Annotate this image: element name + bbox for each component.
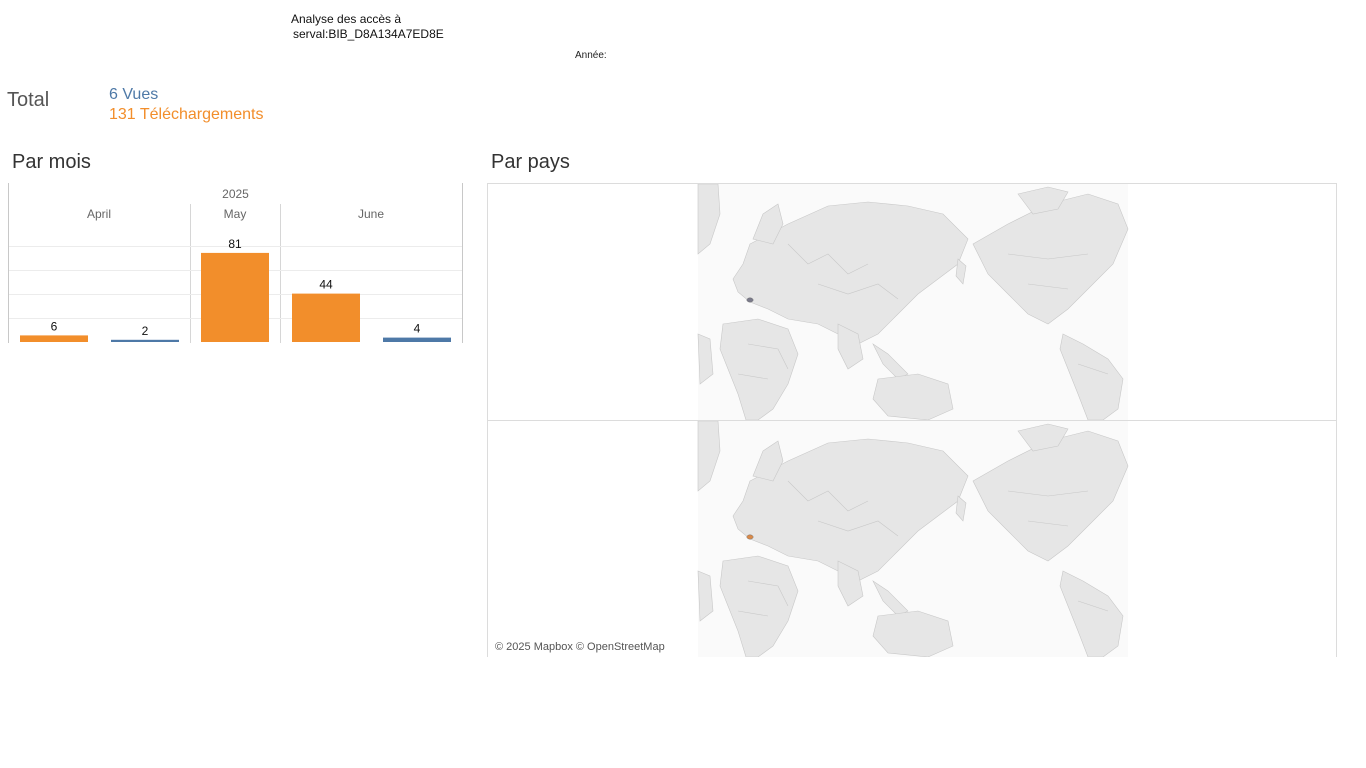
monthly-bar-chart[interactable]: 2025 April May June 6 2 81 44 4 (8, 183, 463, 343)
par-mois-title: Par mois (12, 151, 91, 173)
bar-april-vues (111, 339, 179, 342)
dashboard-title: Analyse des accès à (291, 12, 402, 26)
country-map[interactable]: © 2025 Mapbox © OpenStreetMap (487, 183, 1337, 657)
bar-value-label: 2 (142, 324, 149, 338)
bar-june-telechargements (292, 293, 360, 342)
total-vues: 6 Vues (109, 86, 159, 103)
bar-may-telechargements (201, 252, 269, 342)
year-filter-label[interactable]: Année: (575, 50, 607, 61)
dashboard-subtitle-id: serval:BIB_D8A134A7ED8E (293, 27, 444, 41)
month-header: April (87, 207, 111, 221)
bar-value-label: 4 (414, 322, 421, 336)
bar-june-vues (383, 337, 451, 342)
dashboard: Analyse des accès à serval:BIB_D8A134A7E… (0, 0, 1366, 768)
year-header: 2025 (222, 187, 249, 201)
map-panel-vues[interactable] (488, 184, 1336, 420)
total-telechargements: 131 Téléchargements (109, 106, 264, 123)
bar-april-telechargements (20, 335, 88, 342)
bar-value-label: 44 (319, 278, 333, 292)
highlighted-country[interactable] (746, 534, 754, 540)
bar-value-label: 81 (228, 237, 242, 251)
world-map-telechargements[interactable] (488, 421, 1336, 657)
map-attribution[interactable]: © 2025 Mapbox © OpenStreetMap (495, 641, 665, 653)
par-pays-title: Par pays (491, 151, 570, 173)
bar-value-label: 6 (51, 319, 58, 333)
highlighted-country[interactable] (746, 297, 754, 303)
total-label: Total (7, 89, 50, 111)
chart-svg: 2025April May June6 281444 (8, 183, 463, 343)
month-header: June (358, 207, 384, 221)
month-header: May (224, 207, 247, 221)
map-panel-telechargements[interactable] (488, 421, 1336, 657)
world-map-vues[interactable] (488, 184, 1336, 420)
